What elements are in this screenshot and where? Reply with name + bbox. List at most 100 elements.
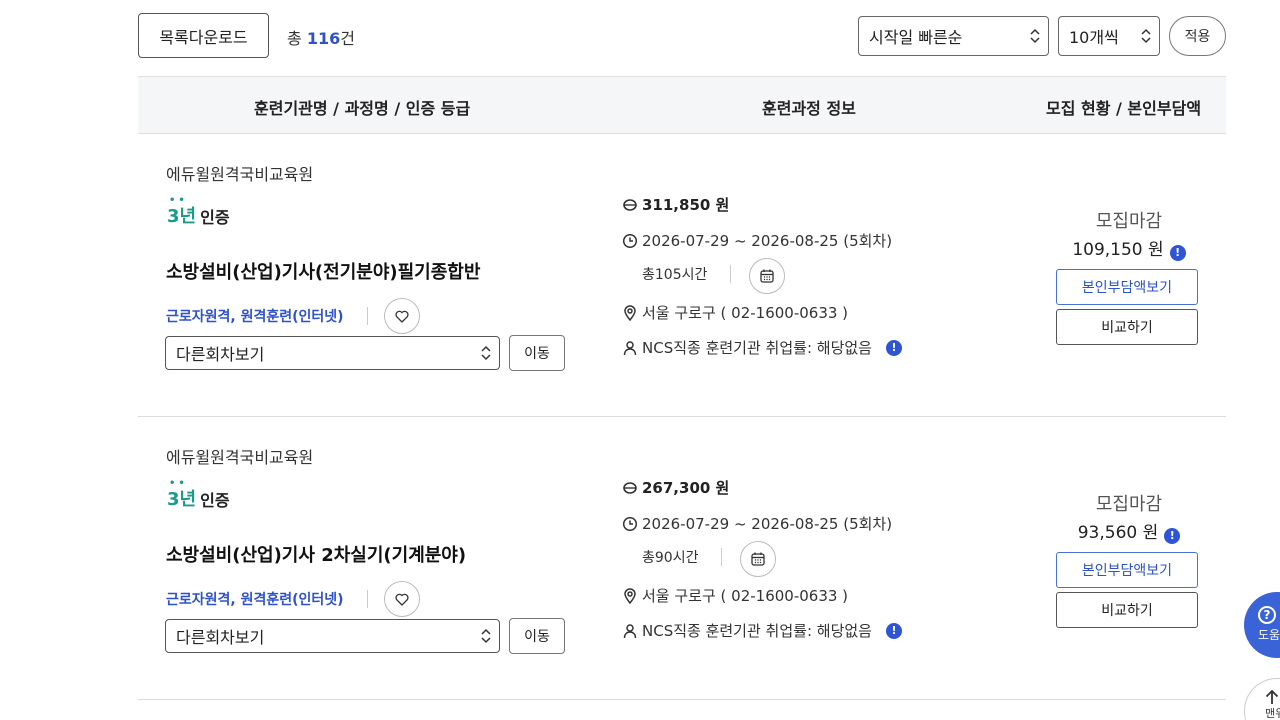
divider [367, 590, 368, 608]
cert-badge-text: 3년 [167, 489, 197, 510]
table-header: 훈련기관명 / 과정명 / 인증 등급 훈련과정 정보 모집 현황 / 본인부담… [138, 76, 1226, 134]
select-arrows-icon [1030, 28, 1040, 44]
employment-rate: NCS직종 훈련기관 취업률: 해당없음 [642, 622, 872, 640]
select-arrows-icon [481, 628, 491, 644]
cert-badge: •• 3년 [167, 196, 197, 228]
question-icon: ? [1258, 606, 1276, 624]
move-button[interactable]: 이동 [509, 335, 565, 371]
divider [730, 265, 731, 283]
calendar-icon [751, 552, 765, 566]
other-round-select[interactable]: 다른회차보기 [165, 619, 500, 653]
info-icon[interactable]: ! [1164, 527, 1181, 544]
view-self-fee-button[interactable]: 본인부담액보기 [1056, 552, 1198, 588]
certification: •• 3년 인증 [167, 196, 230, 228]
compare-button[interactable]: 비교하기 [1056, 592, 1198, 628]
list-toolbar: 목록다운로드 총 116건 시작일 빠른순 10개씩 적용 [138, 13, 1226, 58]
info-icon[interactable]: ! [885, 339, 902, 356]
location-row: 서울 구로구 ( 02-1600-0633 ) [622, 302, 848, 323]
employment-rate: NCS직종 훈련기관 취업률: 해당없음 [642, 339, 872, 357]
clock-icon [622, 233, 638, 248]
per-page-select[interactable]: 10개씩 [1058, 16, 1160, 56]
self-fee-row: 109,150 원! [1056, 235, 1202, 261]
self-fee-amount: 109,150 원 [1072, 240, 1164, 260]
download-list-button[interactable]: 목록다운로드 [138, 13, 269, 58]
header-col-institution: 훈련기관명 / 과정명 / 인증 등급 [254, 99, 471, 118]
price-row: 311,850 원 [622, 194, 729, 215]
course-location: 서울 구로구 ( 02-1600-0633 ) [642, 304, 849, 322]
move-button[interactable]: 이동 [509, 618, 565, 654]
help-label: 도움 [1258, 628, 1280, 642]
certification: •• 3년 인증 [167, 479, 230, 511]
course-location: 서울 구로구 ( 02-1600-0633 ) [642, 587, 849, 605]
header-col-info: 훈련과정 정보 [762, 99, 856, 118]
course-hours: 총105시간 [642, 267, 708, 283]
apply-button[interactable]: 적용 [1169, 16, 1226, 56]
course-card: 에듀윌원격국비교육원 •• 3년 인증 소방설비(산업)기사(전기분야)필기종합반… [138, 134, 1226, 417]
calendar-button[interactable] [749, 258, 785, 294]
divider [721, 548, 722, 566]
location-row: 서울 구로구 ( 02-1600-0633 ) [622, 585, 848, 606]
heart-icon [395, 310, 409, 323]
recruit-status: 모집마감 [1095, 211, 1163, 232]
employment-row: NCS직종 훈련기관 취업률: 해당없음 ! [622, 337, 902, 358]
sort-select-value: 시작일 빠른순 [869, 28, 963, 47]
cert-dots-icon: •• [169, 478, 188, 489]
select-arrows-icon [1141, 28, 1151, 44]
calendar-button[interactable] [740, 541, 776, 577]
top-label: 맨위 [1265, 707, 1280, 720]
header-col-status: 모집 현황 / 본인부담액 [1046, 99, 1202, 118]
cert-dots-icon: •• [169, 195, 188, 206]
training-types: 근로자원격, 원격훈련(인터넷) [166, 592, 344, 608]
cert-badge: •• 3년 [167, 479, 197, 511]
info-icon[interactable]: ! [885, 622, 902, 639]
course-hours: 총90시간 [642, 550, 699, 566]
total-count-text: 총 116건 [287, 25, 355, 49]
per-page-select-value: 10개씩 [1069, 28, 1119, 47]
other-round-select-value: 다른회차보기 [176, 345, 265, 364]
sort-select[interactable]: 시작일 빠른순 [858, 16, 1049, 56]
total-suffix: 건 [340, 29, 355, 48]
self-fee-amount: 93,560 원 [1077, 523, 1159, 543]
location-pin-icon [624, 587, 636, 604]
course-price: 311,850 원 [642, 196, 730, 214]
course-period: 2026-07-29 ~ 2026-08-25 (5회차) [642, 232, 893, 250]
coin-icon [623, 198, 637, 211]
cert-badge-text: 3년 [167, 206, 197, 227]
course-title[interactable]: 소방설비(산업)기사(전기분야)필기종합반 [166, 258, 480, 284]
scroll-top-button[interactable]: 맨위 [1244, 678, 1280, 720]
employment-row: NCS직종 훈련기관 취업률: 해당없음 ! [622, 620, 902, 641]
course-card: 에듀윌원격국비교육원 •• 3년 인증 소방설비(산업)기사 2차실기(기계분야)… [138, 417, 1226, 700]
course-title[interactable]: 소방설비(산업)기사 2차실기(기계분야) [166, 541, 466, 567]
person-icon [623, 340, 637, 355]
recruit-status: 모집마감 [1095, 494, 1163, 515]
person-icon [623, 623, 637, 638]
compare-button[interactable]: 비교하기 [1056, 309, 1198, 345]
favorite-button[interactable] [384, 298, 420, 334]
cert-label: 인증 [200, 208, 230, 227]
calendar-icon [760, 269, 774, 283]
course-price: 267,300 원 [642, 479, 730, 497]
institution-name: 에듀윌원격국비교육원 [166, 448, 314, 467]
period-row: 2026-07-29 ~ 2026-08-25 (5회차) [622, 230, 892, 251]
period-row: 2026-07-29 ~ 2026-08-25 (5회차) [622, 513, 892, 534]
info-icon[interactable]: ! [1169, 244, 1186, 261]
self-fee-row: 93,560 원! [1056, 518, 1202, 544]
view-self-fee-button[interactable]: 본인부담액보기 [1056, 269, 1198, 305]
arrow-up-icon [1265, 689, 1279, 704]
other-round-select-value: 다른회차보기 [176, 628, 265, 647]
favorite-button[interactable] [384, 581, 420, 617]
other-round-select[interactable]: 다른회차보기 [165, 336, 500, 370]
help-floating-button[interactable]: ? 도움 [1244, 592, 1280, 658]
coin-icon [623, 481, 637, 494]
total-prefix: 총 [287, 29, 302, 48]
clock-icon [622, 516, 638, 531]
location-pin-icon [624, 304, 636, 321]
heart-icon [395, 593, 409, 606]
training-types: 근로자원격, 원격훈련(인터넷) [166, 309, 344, 325]
cert-label: 인증 [200, 491, 230, 510]
divider [367, 307, 368, 325]
course-period: 2026-07-29 ~ 2026-08-25 (5회차) [642, 515, 893, 533]
select-arrows-icon [481, 345, 491, 361]
institution-name: 에듀윌원격국비교육원 [166, 165, 314, 184]
total-count-number: 116 [306, 29, 341, 48]
